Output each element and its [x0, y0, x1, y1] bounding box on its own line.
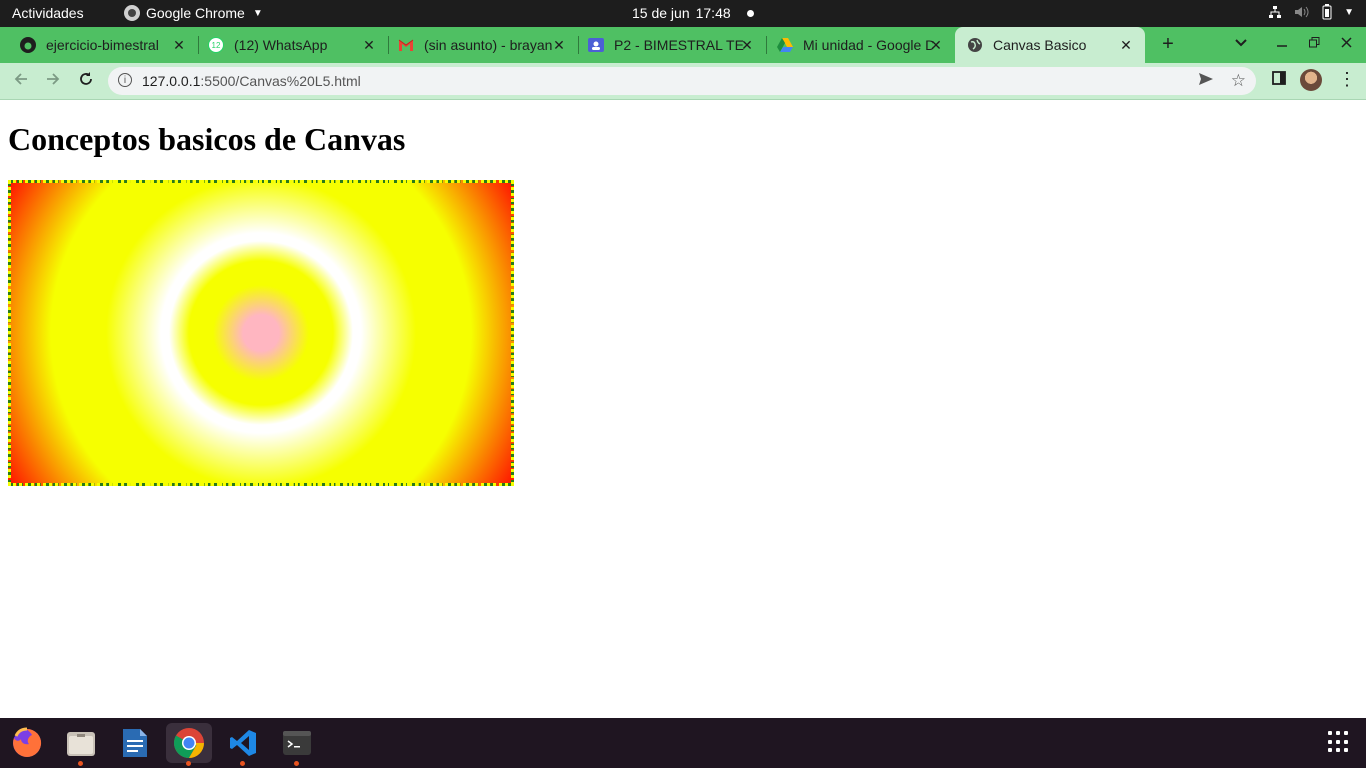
- restore-window-icon[interactable]: [1309, 35, 1320, 51]
- clock-time: 17:48: [695, 5, 731, 21]
- chrome-menu-icon[interactable]: ⋮: [1338, 70, 1356, 88]
- tab-title: (sin asunto) - brayan: [424, 37, 553, 53]
- classroom-icon: [588, 37, 604, 53]
- tab-classroom[interactable]: P2 - BIMESTRAL TE ✕: [568, 27, 766, 63]
- system-menu[interactable]: ▼: [1268, 4, 1354, 20]
- send-to-devices-icon[interactable]: [1198, 72, 1214, 90]
- tab-whatsapp[interactable]: 12 (12) WhatsApp ✕: [188, 27, 388, 63]
- tab-canvas-basico[interactable]: Canvas Basico ✕: [955, 27, 1145, 63]
- activities-button[interactable]: Actividades: [12, 5, 84, 21]
- battery-icon: [1322, 4, 1332, 20]
- github-icon: [20, 37, 36, 53]
- gnome-top-bar: Actividades Google Chrome ▼ 15 de jun 17…: [0, 0, 1366, 27]
- firefox-icon[interactable]: [4, 723, 50, 763]
- tab-title: Mi unidad - Google Drive: [803, 37, 933, 53]
- page-heading: Conceptos basicos de Canvas: [8, 121, 406, 157]
- close-tab-icon[interactable]: ✕: [550, 36, 568, 54]
- close-window-icon[interactable]: [1341, 35, 1352, 51]
- bookmark-star-icon[interactable]: ☆: [1231, 71, 1246, 91]
- power-caret-icon: ▼: [1344, 6, 1354, 18]
- caret-down-icon: ▼: [252, 7, 263, 19]
- running-indicator: [294, 761, 299, 766]
- new-tab-button[interactable]: +: [1156, 33, 1180, 56]
- globe-icon: [967, 37, 983, 53]
- running-indicator: [186, 761, 191, 766]
- close-tab-icon[interactable]: ✕: [738, 36, 756, 54]
- tab-strip: ejercicio-bimestral ✕ 12 (12) WhatsApp ✕…: [0, 27, 1366, 63]
- volume-icon: [1294, 5, 1310, 19]
- side-panel-icon[interactable]: [1272, 71, 1286, 90]
- running-indicator: [240, 761, 245, 766]
- forward-arrow-icon[interactable]: [42, 70, 64, 92]
- drive-icon: [777, 37, 793, 53]
- app-menu[interactable]: Google Chrome ▼: [124, 5, 263, 21]
- url-host: 127.0.0.1: [142, 73, 201, 89]
- url-path: :5500/Canvas%20L5.html: [200, 73, 361, 89]
- url-text: 127.0.0.1:5500/Canvas%20L5.html: [142, 73, 361, 89]
- clock-date: 15 de jun: [632, 5, 690, 21]
- site-info-icon[interactable]: i: [118, 73, 132, 87]
- browser-toolbar: i 127.0.0.1:5500/Canvas%20L5.html ☆: [0, 63, 1366, 100]
- tab-github[interactable]: ejercicio-bimestral ✕: [0, 27, 198, 63]
- tab-search-chevron-icon[interactable]: [1235, 36, 1247, 50]
- back-arrow-icon[interactable]: [10, 70, 32, 92]
- tab-title: ejercicio-bimestral: [46, 37, 159, 53]
- whatsapp-badge: 12: [212, 41, 221, 50]
- tab-title: (12) WhatsApp: [234, 37, 328, 53]
- ubuntu-dock: [0, 718, 1366, 768]
- chrome-app-icon: [124, 5, 140, 21]
- tab-title: P2 - BIMESTRAL TE: [614, 37, 744, 53]
- app-menu-label: Google Chrome: [146, 5, 245, 21]
- chrome-icon[interactable]: [166, 723, 212, 766]
- page-viewport: Conceptos basicos de Canvas: [0, 100, 1366, 718]
- radial-gradient-canvas: [8, 180, 514, 486]
- clock[interactable]: 15 de jun 17:48: [632, 5, 731, 21]
- close-tab-icon[interactable]: ✕: [1117, 36, 1135, 54]
- tab-drive[interactable]: Mi unidad - Google Drive ✕: [757, 27, 955, 63]
- running-indicator: [78, 761, 83, 766]
- show-applications-icon[interactable]: [1328, 731, 1350, 753]
- writer-icon[interactable]: [112, 723, 158, 763]
- notification-dot-icon: [747, 10, 754, 17]
- tab-title: Canvas Basico: [993, 37, 1087, 53]
- reload-icon[interactable]: [75, 70, 97, 92]
- minimize-window-icon[interactable]: [1277, 35, 1287, 51]
- profile-avatar[interactable]: [1300, 69, 1322, 91]
- close-tab-icon[interactable]: ✕: [360, 36, 378, 54]
- close-tab-icon[interactable]: ✕: [170, 36, 188, 54]
- terminal-icon[interactable]: [274, 723, 320, 766]
- files-icon[interactable]: [58, 723, 104, 766]
- tab-gmail[interactable]: (sin asunto) - brayan ✕: [378, 27, 578, 63]
- whatsapp-icon: 12: [208, 37, 224, 53]
- address-bar[interactable]: i 127.0.0.1:5500/Canvas%20L5.html ☆: [108, 67, 1256, 95]
- gmail-icon: [398, 37, 414, 53]
- close-tab-icon[interactable]: ✕: [927, 36, 945, 54]
- vscode-icon[interactable]: [220, 723, 266, 766]
- network-icon: [1268, 5, 1282, 19]
